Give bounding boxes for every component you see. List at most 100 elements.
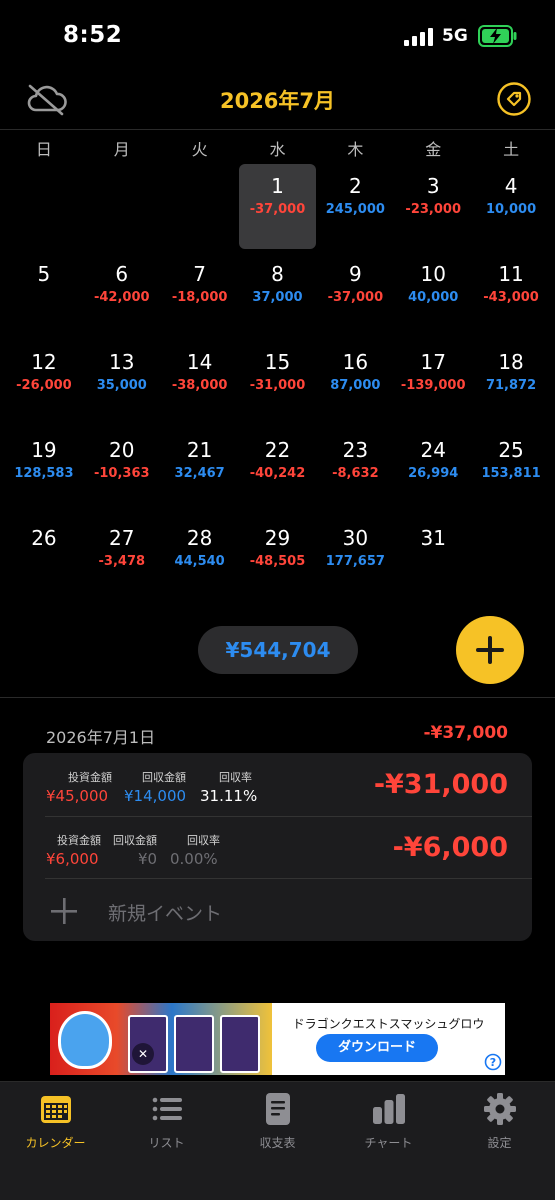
calendar-day-cell[interactable]: 16 87,000: [316, 340, 394, 428]
tab-calendar[interactable]: カレンダー: [0, 1092, 111, 1151]
event-row[interactable]: 投資金額 回収金額 回収率 ¥45,000 ¥14,000 31.11% -¥3…: [23, 753, 532, 815]
calendar-day-cell[interactable]: 19 128,583: [5, 428, 83, 516]
calendar-day-cell[interactable]: 17 -139,000: [394, 340, 472, 428]
calendar-day-cell[interactable]: 22 -40,242: [239, 428, 317, 516]
calendar-day-cell[interactable]: 21 32,467: [161, 428, 239, 516]
tab-label: チャート: [364, 1136, 413, 1150]
day-amount: 245,000: [325, 202, 385, 217]
weekday-fri: 金: [425, 140, 442, 159]
tab-bar: カレンダー リスト 収支表 チャート 設定: [0, 1081, 555, 1200]
calendar-day-cell[interactable]: 18 71,872: [472, 340, 550, 428]
calendar-day-cell[interactable]: 7 -18,000: [161, 252, 239, 340]
plus-icon: [51, 898, 77, 924]
tab-label: リスト: [148, 1136, 185, 1150]
rate-label: 回収率: [187, 834, 220, 847]
calendar-day-cell[interactable]: 30 177,657: [316, 516, 394, 604]
calendar-day-cell[interactable]: 26: [5, 516, 83, 604]
calendar-day-cell[interactable]: 3 -23,000: [394, 164, 472, 252]
event-row[interactable]: 投資金額 回収金額 回収率 ¥6,000 ¥0 0.00% -¥6,000: [23, 816, 532, 878]
calendar-day-cell[interactable]: 1 -37,000: [238, 164, 317, 252]
tab-label: カレンダー: [25, 1136, 86, 1150]
calendar-day-cell[interactable]: 23 -8,632: [316, 428, 394, 516]
calendar-day-cell[interactable]: 9 -37,000: [316, 252, 394, 340]
calendar-day-cell[interactable]: 27 -3,478: [83, 516, 161, 604]
calendar-icon: [40, 1096, 71, 1123]
day-amount: -48,505: [249, 554, 306, 569]
day-amount: -23,000: [405, 202, 461, 217]
month-total-badge[interactable]: ¥544,704: [198, 626, 358, 674]
day-number: 20: [109, 438, 135, 462]
day-number: 4: [504, 174, 518, 198]
day-amount: -40,242: [249, 466, 306, 481]
calendar-day-cell[interactable]: 12 -26,000: [5, 340, 83, 428]
calendar-day-cell[interactable]: 13 35,000: [83, 340, 161, 428]
calendar-day-cell[interactable]: 28 44,540: [161, 516, 239, 604]
calendar-grid: 1 -37,000 2 245,000 3 -23,000 4 10,000 5 6 -42,000…: [5, 164, 550, 604]
day-number: 19: [31, 438, 57, 462]
bar-chart-icon: [372, 1094, 405, 1124]
day-number: 24: [420, 438, 446, 462]
plus-icon: [476, 636, 504, 664]
day-number: 8: [271, 262, 284, 286]
day-amount: 153,811: [481, 466, 541, 481]
tab-balance-sheet[interactable]: 収支表: [222, 1092, 333, 1151]
calendar-day-cell[interactable]: 25 153,811: [472, 428, 550, 516]
day-number: 18: [498, 350, 524, 374]
help-icon[interactable]: ?: [484, 1053, 502, 1071]
calendar-day-cell[interactable]: 6 -42,000: [83, 252, 161, 340]
day-amount: -37,000: [249, 202, 306, 217]
ad-download-button[interactable]: ダウンロード: [316, 1034, 438, 1062]
new-event-button[interactable]: 新規イベント: [23, 879, 532, 941]
tab-label: 設定: [487, 1136, 512, 1150]
slime-character-image: [58, 1011, 112, 1069]
calendar-day-cell[interactable]: 8 37,000: [239, 252, 317, 340]
event-amount: -¥31,000: [373, 769, 508, 800]
list-icon: [152, 1097, 182, 1121]
calendar-day-cell[interactable]: 4 10,000: [472, 164, 550, 252]
calendar-empty-cell: [83, 164, 161, 252]
return-label: 回収金額: [113, 834, 157, 847]
month-title[interactable]: 2026年7月: [0, 85, 555, 115]
day-amount: -3,478: [98, 554, 146, 569]
day-amount: 37,000: [252, 290, 303, 305]
calendar-day-cell[interactable]: 29 -48,505: [239, 516, 317, 604]
event-list-card: 投資金額 回収金額 回収率 ¥45,000 ¥14,000 31.11% -¥3…: [23, 753, 532, 941]
calendar-day-cell[interactable]: 5: [5, 252, 83, 340]
day-number: 26: [31, 526, 57, 550]
signal-icon: [404, 28, 433, 46]
weekday-header: 日 月 火 水 木 金 土: [5, 136, 550, 160]
ad-banner[interactable]: ✕ ドラゴンクエストスマッシュグロウ ダウンロード ?: [50, 1003, 505, 1075]
day-amount: 32,467: [174, 466, 225, 481]
calendar-day-cell[interactable]: 20 -10,363: [83, 428, 161, 516]
day-amount: 35,000: [96, 378, 147, 393]
calendar-day-cell[interactable]: 15 -31,000: [239, 340, 317, 428]
game-screenshot: [220, 1015, 260, 1073]
day-number: 6: [115, 262, 129, 286]
calendar-day-cell[interactable]: 2 245,000: [316, 164, 394, 252]
tag-icon[interactable]: [497, 82, 531, 116]
calendar-empty-cell: [161, 164, 239, 252]
calendar-day-cell[interactable]: 14 -38,000: [161, 340, 239, 428]
tab-chart[interactable]: チャート: [333, 1092, 444, 1151]
app-header: 2026年7月: [0, 70, 555, 128]
day-amount: -37,000: [327, 290, 384, 305]
tab-settings[interactable]: 設定: [444, 1092, 555, 1151]
calendar-day-cell[interactable]: 24 26,994: [394, 428, 472, 516]
day-amount: -10,363: [93, 466, 150, 481]
invest-label: 投資金額: [57, 834, 101, 847]
status-bar: 8:52 5G: [0, 0, 555, 70]
mute-icon[interactable]: ✕: [132, 1043, 154, 1065]
calendar-day-cell[interactable]: 11 -43,000: [472, 252, 550, 340]
header-divider: [0, 129, 555, 130]
day-amount: 10,000: [485, 202, 537, 217]
day-number: 12: [31, 350, 57, 374]
weekday-mon: 月: [113, 140, 130, 159]
calendar-day-cell[interactable]: 31: [394, 516, 472, 604]
day-amount: 71,872: [485, 378, 537, 393]
tab-list[interactable]: リスト: [111, 1092, 222, 1151]
calendar-day-cell[interactable]: 10 40,000: [394, 252, 472, 340]
return-value: ¥14,000: [124, 787, 187, 805]
add-event-button[interactable]: [456, 616, 524, 684]
network-label: 5G: [442, 26, 468, 46]
day-number: 17: [420, 350, 446, 374]
